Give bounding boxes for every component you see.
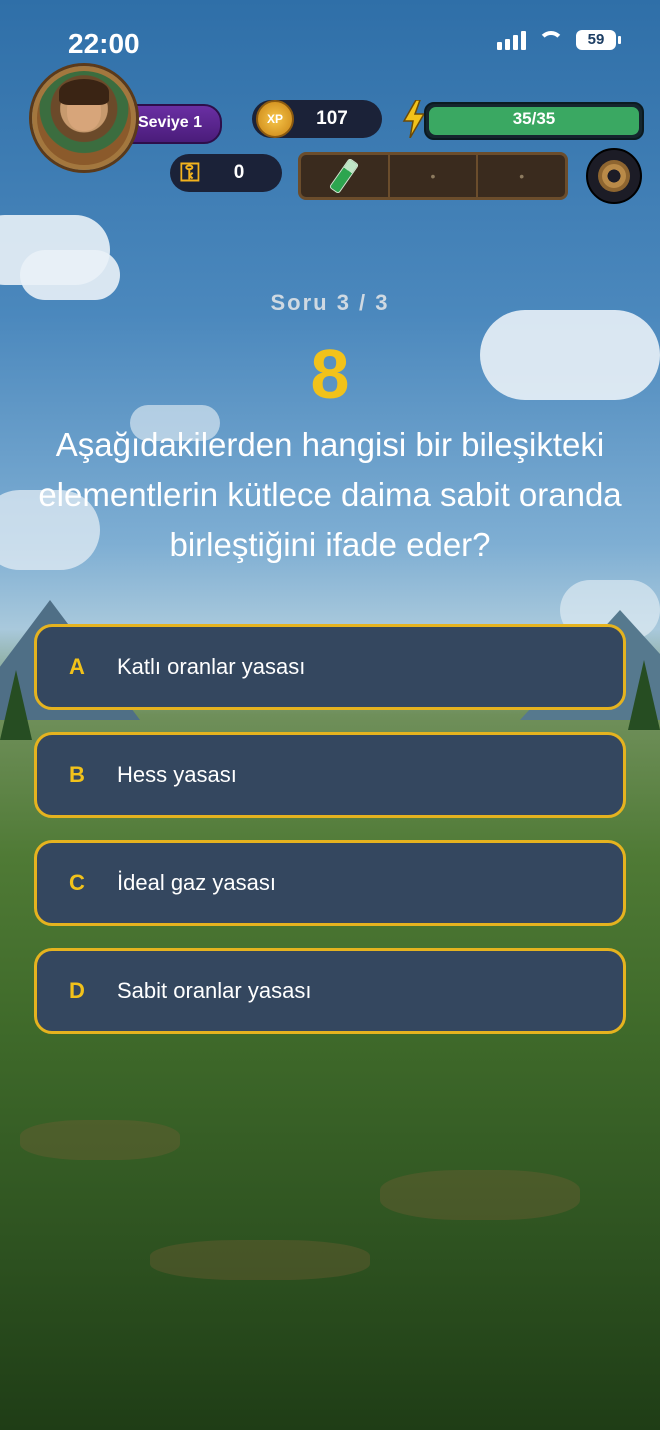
xp-counter: XP 107	[252, 100, 382, 138]
countdown-timer: 8	[310, 335, 350, 413]
status-icons: 59	[497, 30, 621, 50]
option-letter: A	[69, 654, 85, 679]
option-text: Sabit oranlar yasası	[117, 978, 312, 1003]
wifi-icon	[538, 31, 564, 49]
status-time: 22:00	[68, 28, 140, 59]
key-value: 0	[233, 162, 245, 183]
potion-vial-icon	[329, 157, 360, 195]
tree	[628, 660, 660, 730]
cellular-signal-icon	[497, 30, 526, 50]
energy-bar: 35/35	[424, 102, 644, 140]
question-area: Soru 3 / 3 8 Aşağıdakilerden hangisi bir…	[0, 290, 660, 570]
inventory-bar: • •	[298, 152, 568, 200]
avatar-hair	[59, 79, 109, 105]
tree	[0, 670, 32, 740]
dirt-patch	[20, 1120, 180, 1160]
key-icon: ⚿	[180, 157, 200, 187]
option-text: İdeal gaz yasası	[117, 870, 276, 895]
avatar[interactable]	[32, 66, 136, 170]
question-text: Aşağıdakilerden hangisi bir bileşikteki …	[38, 426, 622, 563]
option-letter: C	[69, 870, 85, 895]
inventory-slot[interactable]: •	[390, 155, 479, 197]
lightning-icon	[402, 100, 426, 138]
question-counter: Soru 3 / 3	[270, 290, 390, 315]
settings-button[interactable]	[586, 148, 642, 204]
answer-option-d[interactable]: D Sabit oranlar yasası	[34, 948, 626, 1034]
energy-value: 35/35	[512, 109, 556, 128]
answer-option-c[interactable]: C İdeal gaz yasası	[34, 840, 626, 926]
answer-option-b[interactable]: B Hess yasası	[34, 732, 626, 818]
dirt-patch	[150, 1240, 370, 1280]
battery-icon: 59	[576, 30, 621, 50]
xp-value: 107	[316, 108, 348, 129]
inventory-slot[interactable]: •	[478, 155, 565, 197]
key-counter: ⚿ 0	[170, 154, 282, 192]
option-letter: D	[69, 978, 85, 1003]
dirt-patch	[380, 1170, 580, 1220]
option-letter: B	[69, 762, 85, 787]
answer-options: A Katlı oranlar yasası B Hess yasası C İ…	[34, 624, 626, 1056]
xp-coin-icon: XP	[256, 100, 294, 138]
gear-icon	[598, 160, 630, 192]
answer-option-a[interactable]: A Katlı oranlar yasası	[34, 624, 626, 710]
option-text: Hess yasası	[117, 762, 237, 787]
inventory-slot[interactable]	[301, 155, 390, 197]
option-text: Katlı oranlar yasası	[117, 654, 306, 679]
